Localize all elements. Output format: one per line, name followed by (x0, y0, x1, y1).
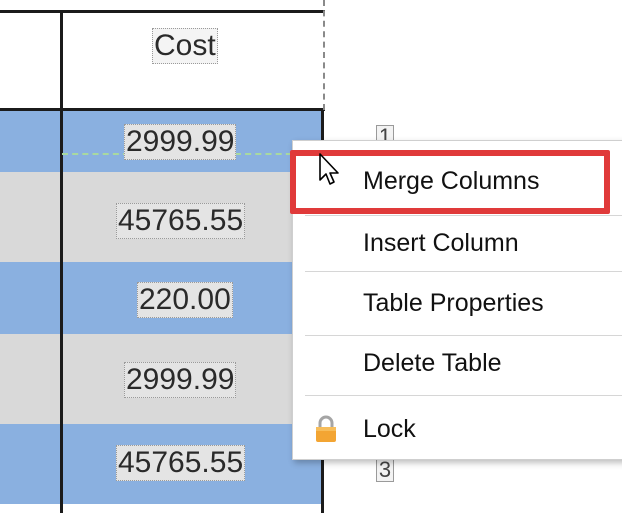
menu-item-insert-column[interactable]: Insert Column (293, 217, 622, 273)
menu-separator (305, 215, 622, 216)
menu-item-lock[interactable]: Lock (293, 401, 622, 457)
menu-separator (305, 335, 622, 336)
column-right-border-dashed (323, 0, 325, 110)
table-cell-cost[interactable]: 2999.99 (124, 124, 237, 160)
row-index-marker: 3 (376, 458, 394, 482)
table-cell-cost[interactable]: 2999.99 (124, 362, 237, 398)
table-cell-cost[interactable]: 45765.55 (116, 203, 246, 239)
table-top-border (0, 10, 325, 13)
column-divider[interactable] (60, 10, 63, 513)
table-cell-cost[interactable]: 220.00 (137, 282, 233, 318)
menu-item-delete-table[interactable]: Delete Table (293, 337, 622, 393)
menu-item-label: Insert Column (363, 229, 519, 257)
table-cell-cost[interactable]: 45765.55 (116, 445, 246, 481)
column-header-cost[interactable]: Cost (152, 28, 218, 64)
menu-item-table-properties[interactable]: Table Properties (293, 275, 622, 331)
menu-item-label: Table Properties (363, 289, 544, 317)
menu-item-label: Delete Table (363, 349, 502, 377)
menu-separator (305, 271, 622, 272)
lock-icon (315, 415, 337, 448)
mouse-cursor-icon (318, 152, 342, 193)
menu-item-label: Lock (363, 415, 416, 443)
table-editor-view: Cost 2999.99 45765.55 220.00 2999.99 457… (0, 0, 622, 513)
menu-separator (305, 395, 622, 396)
header-bottom-border (0, 108, 325, 111)
